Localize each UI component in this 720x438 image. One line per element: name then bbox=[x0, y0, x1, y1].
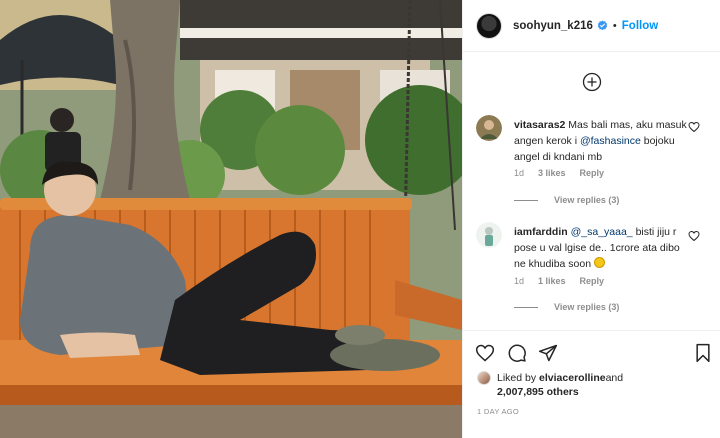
comment-avatar[interactable] bbox=[476, 222, 502, 248]
heart-icon[interactable] bbox=[475, 343, 495, 363]
comment-text: iamfarddin @_sa_yaaa_ bisti jiju r pose … bbox=[514, 224, 692, 272]
comment-bubble-icon[interactable] bbox=[507, 343, 527, 363]
liked-by-line: Liked by elviacerolline and bbox=[477, 371, 623, 385]
likes-count[interactable]: 2,007,895 others bbox=[497, 386, 579, 398]
paper-plane-icon[interactable] bbox=[538, 343, 558, 363]
comment-meta: 1d 1 likes Reply bbox=[514, 276, 604, 286]
liker-avatar[interactable] bbox=[477, 371, 491, 385]
comment-text: vitasaras2 Mas bali mas, aku masuk angen… bbox=[514, 117, 692, 165]
view-replies-button[interactable]: View replies (3) bbox=[514, 195, 619, 205]
comment-username[interactable]: iamfarddin bbox=[514, 226, 568, 238]
comment-like-heart-icon[interactable] bbox=[688, 121, 700, 133]
likes-count-text[interactable]: 2,007,895 others bbox=[497, 386, 579, 398]
comment-time: 1d bbox=[514, 168, 525, 178]
post-time-ago[interactable]: 1 DAY AGO bbox=[477, 407, 519, 416]
view-replies-label: View replies (3) bbox=[554, 302, 620, 312]
verified-badge-icon bbox=[597, 20, 608, 31]
plus-circle-icon[interactable] bbox=[582, 72, 602, 92]
comment-mention[interactable]: @fashasince bbox=[580, 135, 641, 147]
grinning-face-emoji bbox=[594, 257, 605, 268]
comment-meta: 1d 3 likes Reply bbox=[514, 168, 604, 178]
view-replies-label: View replies (3) bbox=[554, 195, 620, 205]
author-username[interactable]: soohyun_k216 bbox=[513, 20, 593, 32]
bookmark-icon[interactable] bbox=[693, 343, 713, 363]
view-replies-button[interactable]: View replies (3) bbox=[514, 302, 619, 312]
comment-reply-button[interactable]: Reply bbox=[580, 168, 605, 178]
comment-reply-button[interactable]: Reply bbox=[580, 276, 605, 286]
view-replies-line bbox=[514, 306, 538, 308]
post-photo[interactable] bbox=[0, 0, 462, 438]
header-separator: • bbox=[612, 19, 617, 32]
liked-and: and bbox=[605, 372, 624, 384]
post-photo-image bbox=[0, 0, 462, 438]
author-avatar[interactable] bbox=[476, 12, 502, 39]
follow-button[interactable]: Follow bbox=[622, 20, 658, 32]
comment-time: 1d bbox=[514, 276, 525, 286]
comment-avatar[interactable] bbox=[476, 115, 502, 141]
liked-prefix: Liked by bbox=[497, 372, 537, 384]
comment-mention[interactable]: @_sa_yaaa_ bbox=[571, 226, 633, 238]
post-actions: Liked by elviacerolline and 2,007,895 ot… bbox=[463, 330, 720, 438]
comment-likes[interactable]: 1 likes bbox=[538, 276, 566, 286]
view-replies-line bbox=[514, 199, 538, 201]
comment-username[interactable]: vitasaras2 bbox=[514, 119, 565, 131]
comment-like-heart-icon[interactable] bbox=[688, 230, 700, 242]
liked-user[interactable]: elviacerolline bbox=[539, 372, 606, 384]
post-header: soohyun_k216 • Follow bbox=[463, 0, 720, 52]
post-sidebar: soohyun_k216 • Follow vitasaras2 Mas bal… bbox=[462, 0, 720, 438]
comment-likes[interactable]: 3 likes bbox=[538, 168, 566, 178]
